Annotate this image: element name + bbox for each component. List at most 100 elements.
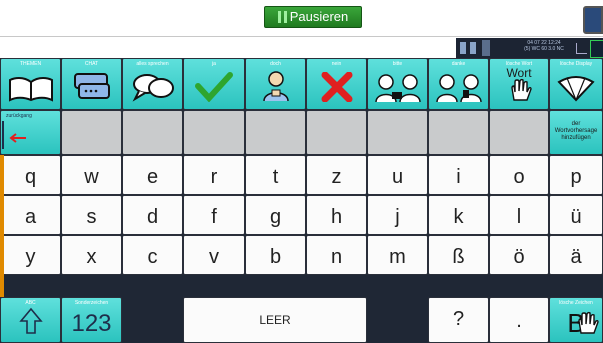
- key-d[interactable]: d: [122, 195, 183, 235]
- category-label: lösche Display: [559, 61, 593, 67]
- space-button[interactable]: LEER: [183, 297, 367, 343]
- key-ö[interactable]: ö: [489, 235, 549, 275]
- question-mark-key[interactable]: ?: [428, 297, 489, 343]
- key-label: ?: [452, 308, 465, 330]
- window-control-icon[interactable]: [583, 6, 603, 34]
- key-e[interactable]: e: [122, 155, 183, 195]
- key-label: u: [391, 166, 404, 188]
- key-b[interactable]: b: [245, 235, 306, 275]
- category-key-people-giving[interactable]: bitte: [367, 58, 428, 110]
- key-t[interactable]: t: [245, 155, 306, 195]
- shift-button[interactable]: ABC: [0, 297, 61, 343]
- key-o[interactable]: o: [489, 155, 549, 195]
- battery-icon: [460, 42, 466, 54]
- key-z[interactable]: z: [306, 155, 367, 195]
- prediction-slot[interactable]: [122, 110, 183, 155]
- key-j[interactable]: j: [367, 195, 428, 235]
- category-key-speech-bubbles[interactable]: alles sprechen: [122, 58, 183, 110]
- people-thanking-icon: [435, 72, 483, 107]
- speech-bubbles-icon: [131, 72, 175, 107]
- key-label: s: [86, 206, 97, 228]
- pause-button[interactable]: Pausieren: [264, 6, 362, 28]
- special-chars-button[interactable]: Sonderzeichen 123: [61, 297, 122, 343]
- calibration-icon: [590, 40, 603, 58]
- category-key-checkmark[interactable]: ja: [183, 58, 245, 110]
- key-ß[interactable]: ß: [428, 235, 489, 275]
- key-m[interactable]: m: [367, 235, 428, 275]
- key-label: z: [331, 166, 342, 188]
- delete-character-button[interactable]: lösche Zeichen B: [549, 297, 603, 343]
- category-label: CHAT: [84, 61, 99, 67]
- key-ü[interactable]: ü: [549, 195, 603, 235]
- prediction-slot[interactable]: [367, 110, 428, 155]
- key-label: x: [86, 246, 97, 268]
- key-n[interactable]: n: [306, 235, 367, 275]
- category-label: alles sprechen: [136, 61, 169, 67]
- prediction-slot[interactable]: [183, 110, 245, 155]
- keyboard-grid: THEMEN CHAT alles sprechen ja doch nein bitte d…: [0, 58, 603, 343]
- add-to-prediction-button[interactable]: der Wortvorhersage hinzufügen: [549, 110, 603, 155]
- key-l[interactable]: l: [489, 195, 549, 235]
- key-f[interactable]: f: [183, 195, 245, 235]
- book-icon: [8, 76, 54, 107]
- fan-icon: [556, 74, 596, 107]
- key-label: t: [272, 166, 279, 188]
- key-label: ß: [452, 246, 465, 268]
- back-button[interactable]: zurückgang: [0, 110, 61, 155]
- key-y[interactable]: y: [0, 235, 61, 275]
- key-label: p: [570, 166, 582, 188]
- key-label: ü: [570, 206, 582, 228]
- category-label: THEMEN: [19, 61, 42, 67]
- category-key-hand-delete[interactable]: lösche Wort Wort: [489, 58, 549, 110]
- key-i[interactable]: i: [428, 155, 489, 195]
- category-key-people-thanking[interactable]: danke: [428, 58, 489, 110]
- special-chars-label: Sonderzeichen: [74, 300, 109, 306]
- hand-delete-icon: [571, 311, 601, 340]
- key-s[interactable]: s: [61, 195, 122, 235]
- checkmark-icon: [194, 72, 234, 107]
- back-edge-marker: [2, 121, 4, 149]
- back-label: zurückgang: [6, 113, 32, 119]
- key-w[interactable]: w: [61, 155, 122, 195]
- signal-icon: [576, 43, 587, 54]
- key-x[interactable]: x: [61, 235, 122, 275]
- key-label: r: [210, 166, 218, 188]
- key-v[interactable]: v: [183, 235, 245, 275]
- category-label: bitte: [392, 61, 403, 67]
- key-label: l: [516, 206, 522, 228]
- category-key-book[interactable]: THEMEN: [0, 58, 61, 110]
- category-key-fan[interactable]: lösche Display: [549, 58, 603, 110]
- key-label: ö: [513, 246, 525, 268]
- prediction-slot[interactable]: [428, 110, 489, 155]
- pause-label: Pausieren: [289, 9, 349, 24]
- key-h[interactable]: h: [306, 195, 367, 235]
- category-key-chat[interactable]: CHAT: [61, 58, 122, 110]
- key-a[interactable]: a: [0, 195, 61, 235]
- prediction-slot[interactable]: [61, 110, 122, 155]
- prediction-slot[interactable]: [245, 110, 306, 155]
- add-to-prediction-label: der Wortvorhersage hinzufügen: [554, 121, 598, 141]
- key-label: w: [84, 166, 99, 188]
- key-k[interactable]: k: [428, 195, 489, 235]
- key-c[interactable]: c: [122, 235, 183, 275]
- period-key[interactable]: .: [489, 297, 549, 343]
- key-q[interactable]: q: [0, 155, 61, 195]
- people-giving-icon: [374, 72, 422, 107]
- chat-icon: [72, 72, 112, 107]
- key-u[interactable]: u: [367, 155, 428, 195]
- key-label: f: [211, 206, 217, 228]
- left-accent-strip: [0, 155, 4, 297]
- prediction-slot[interactable]: [306, 110, 367, 155]
- key-label: i: [456, 166, 461, 188]
- key-r[interactable]: r: [183, 155, 245, 195]
- back-arrow-icon: [8, 131, 28, 149]
- category-label: nein: [331, 61, 342, 67]
- category-key-thumbs-up-person[interactable]: doch: [245, 58, 306, 110]
- key-label: q: [24, 166, 37, 188]
- top-bar: Pausieren: [0, 0, 603, 37]
- key-g[interactable]: g: [245, 195, 306, 235]
- key-ä[interactable]: ä: [549, 235, 603, 275]
- key-p[interactable]: p: [549, 155, 603, 195]
- prediction-slot[interactable]: [489, 110, 549, 155]
- category-key-cross[interactable]: nein: [306, 58, 367, 110]
